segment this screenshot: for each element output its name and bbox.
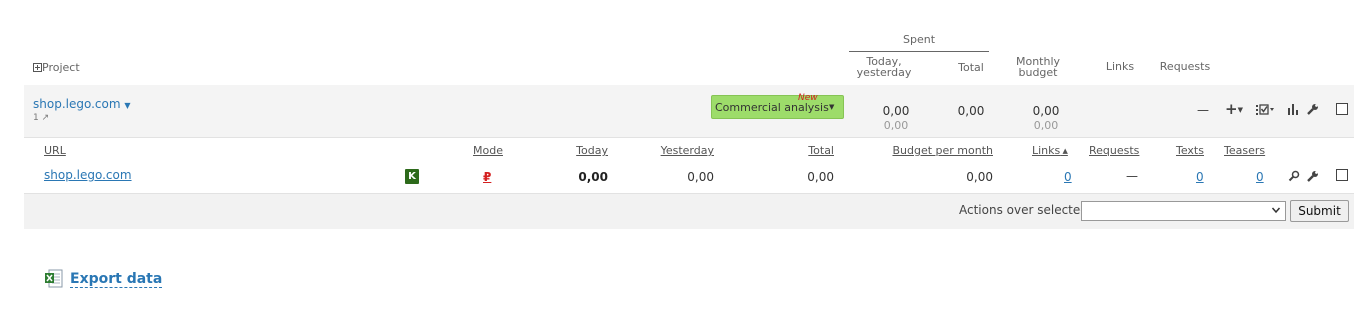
project-name[interactable]: shop.lego.com [33,97,121,111]
site-texts-count[interactable]: 0 [1196,170,1204,184]
spent-header: Spent [902,33,936,46]
col-teasers[interactable]: Teasers [1224,144,1265,157]
actions-select[interactable] [1081,201,1286,221]
site-budget: 0,00 [966,170,993,184]
project-site-count[interactable]: 1 ↗ [33,113,49,123]
project-select-checkbox[interactable] [1336,103,1348,115]
site-url-link[interactable]: shop.lego.com [44,168,132,182]
project-row [24,85,1354,138]
project-monthly-sub: 0,00 [1033,119,1059,132]
project-name-dropdown[interactable]: shop.lego.com ▼ [33,97,131,111]
chevron-down-icon[interactable]: ▼ [124,101,130,110]
links-header: Links [1105,60,1135,73]
col-links[interactable]: Links ▲ [1032,144,1068,157]
commercial-analysis-button[interactable]: Commercial analysis New ▼ [711,93,844,119]
excel-icon[interactable] [44,269,64,292]
project-header[interactable]: Project [33,61,80,74]
k-badge[interactable]: K [405,169,419,184]
sort-asc-icon: ▲ [1060,147,1068,155]
export-data-link[interactable]: Export data [70,271,163,288]
project-total: 0,00 [957,104,985,118]
add-icon[interactable]: +▼ [1225,102,1243,117]
submit-button[interactable]: Submit [1290,200,1349,222]
spent-divider [849,51,989,52]
total-header: Total [958,61,984,74]
today-yesterday-header: Today, yesterday [856,55,912,79]
col-budget-per-month[interactable]: Budget per month [880,144,993,157]
requests-header: Requests [1159,60,1211,73]
col-requests[interactable]: Requests [1089,144,1139,157]
site-total: 0,00 [807,170,834,184]
project-header-label: Project [42,61,80,74]
col-texts[interactable]: Texts [1176,144,1204,157]
col-total[interactable]: Total [790,144,834,157]
checklist-icon[interactable] [1256,103,1276,118]
col-url[interactable]: URL [44,144,66,157]
search-icon[interactable] [1288,170,1300,185]
new-badge: New [798,93,818,103]
wrench-icon[interactable] [1307,103,1319,118]
site-today: 0,00 [578,170,608,184]
actions-label: Actions over selected: [959,203,1092,217]
project-monthly-budget: 0,00 [1032,104,1060,118]
expand-all-icon[interactable] [33,63,42,72]
wrench-icon[interactable] [1307,170,1319,185]
project-today: 0,00 [882,104,910,118]
chevron-down-icon[interactable] [1271,205,1281,215]
bar-chart-icon[interactable] [1287,104,1299,118]
site-links-count[interactable]: 0 [1064,170,1072,184]
monthly-budget-header: Monthly budget [1015,55,1061,79]
site-teasers-count[interactable]: 0 [1256,170,1264,184]
col-mode[interactable]: Mode [473,144,503,157]
col-today[interactable]: Today [560,144,608,157]
site-requests-dash: — [1126,169,1138,183]
site-select-checkbox[interactable] [1336,169,1348,181]
project-requests-dash: — [1197,103,1209,117]
col-yesterday[interactable]: Yesterday [650,144,714,157]
chevron-down-icon[interactable]: ▼ [829,103,834,111]
project-yesterday: 0,00 [883,119,909,132]
external-link-icon: ↗ [41,113,50,123]
site-yesterday: 0,00 [687,170,714,184]
mode-ruble-icon[interactable]: ₽ [483,170,491,184]
